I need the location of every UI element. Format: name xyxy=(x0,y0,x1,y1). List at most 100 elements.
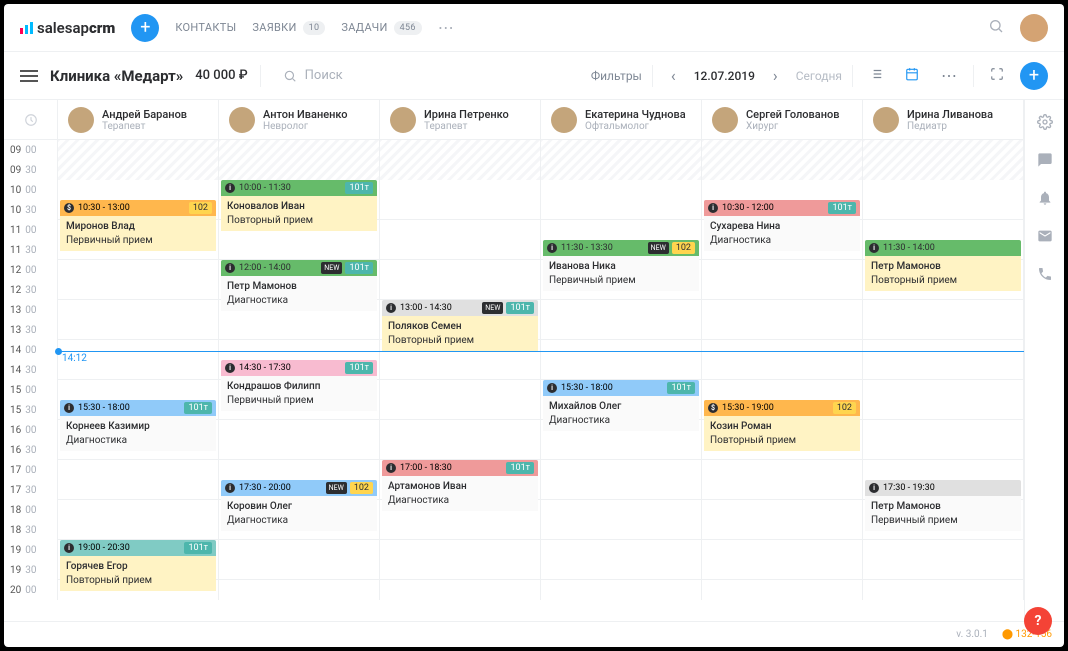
patient-name: Петр Мамонов xyxy=(871,500,1015,514)
prev-date-button[interactable]: ‹ xyxy=(663,62,684,89)
nav-contacts[interactable]: КОНТАКТЫ xyxy=(175,21,236,34)
user-avatar[interactable] xyxy=(1020,14,1048,42)
schedule-column[interactable]: i 13:00 - 14:30 NEW101т Поляков Семен По… xyxy=(380,140,541,600)
current-date[interactable]: 12.07.2019 xyxy=(694,69,755,83)
patient-name: Петр Мамонов xyxy=(871,260,1015,274)
event-time: 11:30 - 13:30 xyxy=(561,243,613,253)
event-time: 11:30 - 14:00 xyxy=(883,243,935,253)
event-time: 10:30 - 13:00 xyxy=(78,203,130,213)
version-label: v. 3.0.1 xyxy=(956,629,988,640)
new-badge: NEW xyxy=(326,482,347,494)
current-time-label: 14:12 xyxy=(62,353,87,364)
doctor-column-header[interactable]: Антон Иваненко Невролог xyxy=(219,100,380,139)
page-title: Клиника «Медарт» xyxy=(50,67,183,85)
nav-more-icon[interactable]: ⋯ xyxy=(438,18,454,37)
nav-tasks[interactable]: ЗАДАЧИ456 xyxy=(341,21,421,35)
time-label: 1530 xyxy=(4,400,57,420)
price-value: 40 000 ₽ xyxy=(195,68,247,83)
doctor-avatar xyxy=(229,107,255,133)
appointment-event[interactable]: i 13:00 - 14:30 NEW101т Поляков Семен По… xyxy=(382,300,538,360)
status-dot-icon: i xyxy=(225,183,235,193)
appointment-type: Диагностика xyxy=(388,494,532,508)
doctor-column-header[interactable]: Ирина Петренко Терапевт xyxy=(380,100,541,139)
filters-button[interactable]: Фильтры xyxy=(591,69,642,83)
today-button[interactable]: Сегодня xyxy=(796,69,842,83)
appointment-event[interactable]: i 17:00 - 18:30 101т Артамонов Иван Диаг… xyxy=(382,460,538,520)
doctor-speciality: Невролог xyxy=(263,121,348,132)
help-button[interactable]: ? xyxy=(1024,607,1052,635)
appointment-event[interactable]: $ 10:30 - 13:00 102 Миронов Влад Первичн… xyxy=(60,200,216,300)
chat-icon[interactable] xyxy=(1037,152,1053,172)
appointment-event[interactable]: i 14:30 - 17:30 101т Кондрашов Филипп Пе… xyxy=(221,360,377,480)
doctor-column-header[interactable]: Ирина Ливанова Педиатр xyxy=(863,100,1024,139)
fullscreen-icon[interactable] xyxy=(984,62,1010,89)
list-view-icon[interactable] xyxy=(863,62,889,89)
event-time: 15:30 - 18:00 xyxy=(78,403,130,413)
search-input[interactable]: Поиск xyxy=(283,68,343,83)
patient-name: Горячев Егор xyxy=(66,560,210,574)
appointment-event[interactable]: i 10:00 - 11:30 101т Коновалов Иван Повт… xyxy=(221,180,377,240)
appointment-event[interactable]: i 10:30 - 12:00 101т Сухарева Нина Диагн… xyxy=(704,200,860,260)
add-event-button[interactable]: + xyxy=(1020,62,1048,90)
appointment-event[interactable]: i 11:30 - 14:00 Петр Мамонов Повторный п… xyxy=(865,240,1021,340)
status-dot-icon: i xyxy=(547,383,557,393)
doctor-speciality: Офтальмолог xyxy=(585,121,686,132)
doctor-name: Андрей Баранов xyxy=(102,108,187,121)
phone-icon[interactable] xyxy=(1037,266,1053,286)
doctor-column-header[interactable]: Екатерина Чуднова Офтальмолог xyxy=(541,100,702,139)
doctor-column-header[interactable]: Сергей Голованов Хирург xyxy=(702,100,863,139)
schedule-column[interactable]: $ 10:30 - 13:00 102 Миронов Влад Первичн… xyxy=(58,140,219,600)
appointment-event[interactable]: i 12:00 - 14:00 NEW101т Петр Мамонов Диа… xyxy=(221,260,377,340)
schedule-column[interactable]: i 11:30 - 13:30 NEW102 Иванова Ника Перв… xyxy=(541,140,702,600)
global-add-button[interactable]: + xyxy=(131,14,159,42)
doctor-avatar xyxy=(873,107,899,133)
schedule-column[interactable]: i 10:00 - 11:30 101т Коновалов Иван Повт… xyxy=(219,140,380,600)
time-label: 1330 xyxy=(4,320,57,340)
schedule-column[interactable]: i 11:30 - 14:00 Петр Мамонов Повторный п… xyxy=(863,140,1024,600)
doctor-column-header[interactable]: Андрей Баранов Терапевт xyxy=(58,100,219,139)
time-label: 1830 xyxy=(4,520,57,540)
status-dot-icon: $ xyxy=(708,403,718,413)
mail-icon[interactable] xyxy=(1037,228,1053,248)
patient-name: Корнеев Казимир xyxy=(66,420,210,434)
appointment-event[interactable]: i 15:30 - 18:00 101т Корнеев Казимир Диа… xyxy=(60,400,216,500)
patient-name: Кондрашов Филипп xyxy=(227,380,371,394)
appointment-type: Первичный прием xyxy=(227,394,371,408)
view-more-icon[interactable]: ⋯ xyxy=(935,62,963,89)
bell-icon[interactable] xyxy=(1037,190,1053,210)
status-dot-icon: $ xyxy=(64,203,74,213)
new-badge: NEW xyxy=(321,262,342,274)
search-icon[interactable] xyxy=(988,18,1004,38)
appointment-type: Повторный прием xyxy=(227,214,371,228)
room-badge: 101т xyxy=(184,542,212,554)
appointment-event[interactable]: i 15:30 - 18:00 101т Михайлов Олег Диагн… xyxy=(543,380,699,480)
settings-icon[interactable] xyxy=(1037,114,1053,134)
appointment-type: Повторный прием xyxy=(66,574,210,588)
room-badge: 101т xyxy=(828,202,856,214)
event-time: 13:00 - 14:30 xyxy=(400,303,452,313)
nav-requests[interactable]: ЗАЯВКИ10 xyxy=(252,21,325,35)
status-dot-icon: i xyxy=(386,303,396,313)
time-label: 2000 xyxy=(4,580,57,600)
room-badge: 102 xyxy=(833,402,856,414)
calendar-view-icon[interactable] xyxy=(899,62,925,89)
doctor-name: Ирина Петренко xyxy=(424,108,509,121)
time-label: 1000 xyxy=(4,180,57,200)
appointment-event[interactable]: i 17:30 - 20:00 NEW102 Коровин Олег Диаг… xyxy=(221,480,377,580)
next-date-button[interactable]: › xyxy=(765,62,786,89)
schedule-column[interactable]: i 10:30 - 12:00 101т Сухарева Нина Диагн… xyxy=(702,140,863,600)
appointment-type: Первичный прием xyxy=(871,514,1015,528)
appointment-event[interactable]: i 17:30 - 19:30 Петр Мамонов Первичный п… xyxy=(865,480,1021,560)
appointment-type: Повторный прием xyxy=(871,274,1015,288)
appointment-event[interactable]: i 19:00 - 20:30 101т Горячев Егор Повтор… xyxy=(60,540,216,600)
appointment-event[interactable]: i 11:30 - 13:30 NEW102 Иванова Ника Перв… xyxy=(543,240,699,320)
patient-name: Иванова Ника xyxy=(549,260,693,274)
room-badge: 101т xyxy=(345,262,373,274)
clock-icon xyxy=(4,100,58,139)
appointment-type: Повторный прием xyxy=(388,334,532,348)
menu-icon[interactable] xyxy=(20,67,38,85)
time-label: 1230 xyxy=(4,280,57,300)
appointment-event[interactable]: $ 15:30 - 19:00 102 Козин Роман Повторны… xyxy=(704,400,860,540)
requests-badge: 10 xyxy=(303,21,326,35)
new-badge: NEW xyxy=(482,302,503,314)
